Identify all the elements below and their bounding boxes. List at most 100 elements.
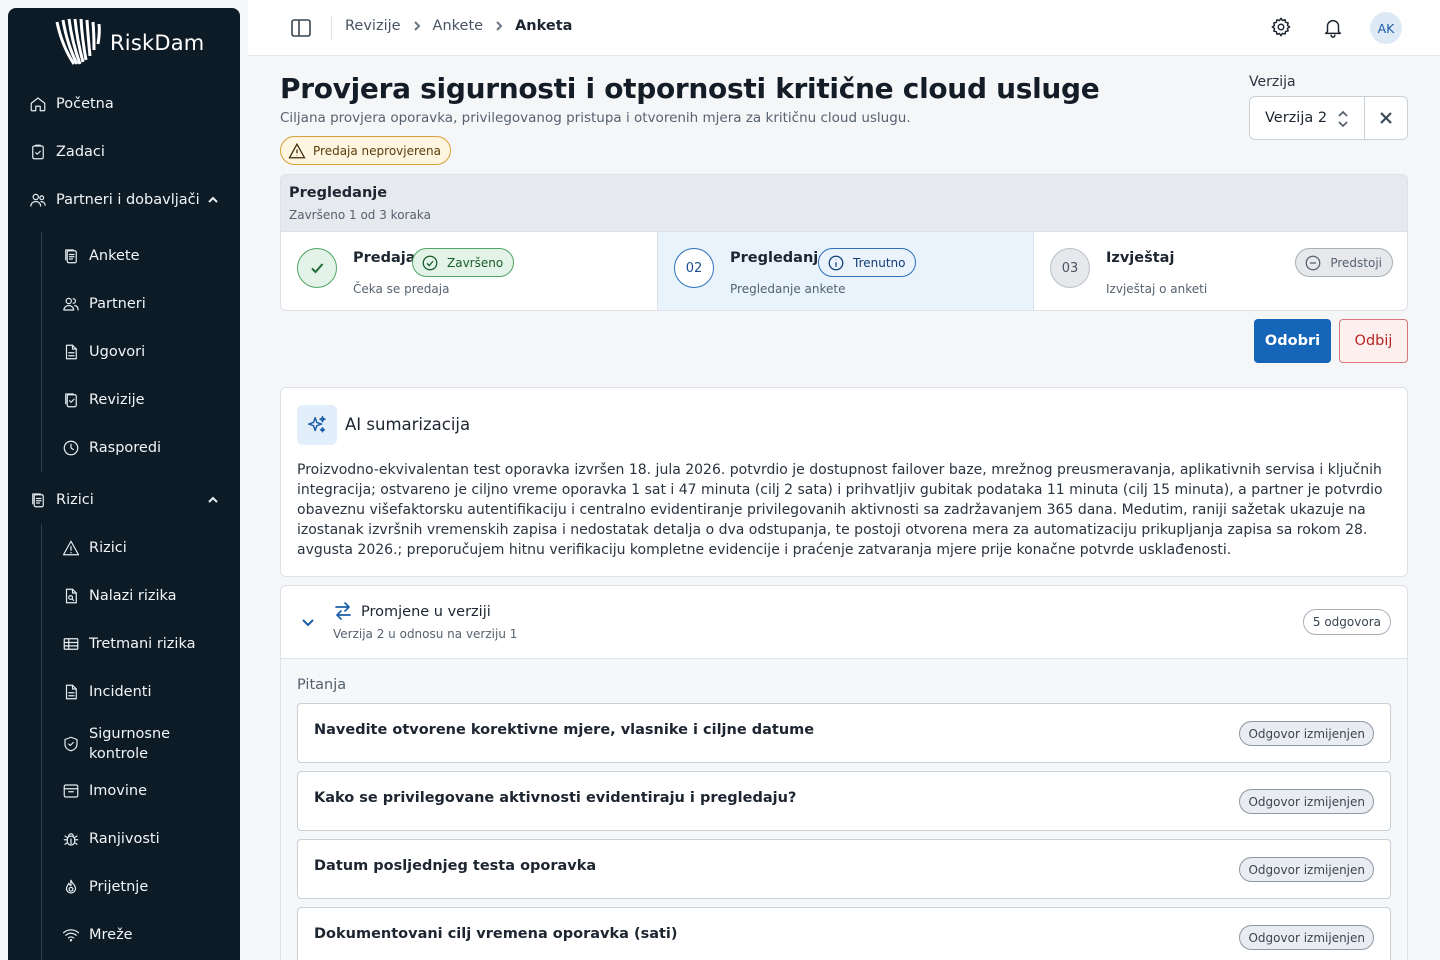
change-badge: Odgovor izmijenjen	[1239, 721, 1374, 746]
sidebar: RiskDam Početna Zadaci Partneri i dobavl…	[8, 8, 240, 960]
question-text: Dokumentovani cilj vremena oporavka (sat…	[314, 926, 678, 942]
change-badge: Odgovor izmijenjen	[1239, 925, 1374, 950]
ai-summary-card: AI sumarizacija Proizvodno-ekvivalentan …	[280, 387, 1408, 577]
breadcrumb-item-ankete[interactable]: Ankete	[433, 18, 484, 34]
sidebar-item-ugovori[interactable]: Ugovori	[8, 332, 240, 372]
step-status-label: Predstoji	[1330, 255, 1382, 270]
bell-icon[interactable]	[1322, 16, 1346, 40]
question-text: Navedite otvorene korektivne mjere, vlas…	[314, 722, 815, 738]
step-status-badge: Predstoji	[1295, 248, 1393, 277]
clipboard-list-icon	[28, 490, 48, 510]
sidebar-item-pocetna[interactable]: Početna	[8, 84, 240, 124]
version-label: Verzija	[1249, 74, 1296, 90]
sidebar-item-revizije[interactable]: Revizije	[8, 380, 240, 420]
brand-name: RiskDam	[110, 31, 205, 55]
sidebar-item-nalazi-rizika[interactable]: Nalazi rizika	[8, 576, 240, 616]
step-desc: Pregledanje ankete	[730, 282, 846, 296]
sidebar-item-label: Rizici	[56, 492, 94, 508]
reject-button[interactable]: Odbij	[1339, 319, 1408, 363]
questions-label: Pitanja	[297, 677, 347, 693]
chevron-right-icon	[411, 20, 423, 32]
sidebar-item-tretmani-rizika[interactable]: Tretmani rizika	[8, 624, 240, 664]
wifi-icon	[61, 925, 81, 945]
avatar[interactable]: AK	[1370, 12, 1402, 44]
sidebar-item-zadaci[interactable]: Zadaci	[8, 132, 240, 172]
brand-logo[interactable]: RiskDam	[52, 16, 204, 70]
sidebar-item-imovine[interactable]: Imovine	[8, 771, 240, 811]
sidebar-item-prijetnje[interactable]: Prijetnje	[8, 867, 240, 907]
sidebar-item-label: Zadaci	[56, 144, 105, 160]
sidebar-item-rizici[interactable]: Rizici	[8, 528, 240, 568]
archive-icon	[61, 781, 81, 801]
minus-circle-icon	[1305, 255, 1321, 270]
chevron-up-icon[interactable]	[206, 493, 220, 507]
version-changes-body: Pitanja Navedite otvorene korektivne mje…	[281, 659, 1407, 960]
clock-icon	[61, 438, 81, 458]
sidebar-item-ranjivosti[interactable]: Ranjivosti	[8, 819, 240, 859]
step-desc: Izvještaj o anketi	[1106, 282, 1208, 296]
step-predaja: Predaja Završeno Čeka se predaja	[281, 232, 657, 310]
topbar: Revizije Ankete Anketa AK	[248, 0, 1440, 56]
user-group-icon	[61, 294, 81, 314]
home-icon	[28, 94, 48, 114]
step-status-label: Završeno	[447, 255, 504, 270]
users-icon	[28, 190, 48, 210]
breadcrumb-item-revizije[interactable]: Revizije	[345, 18, 401, 34]
sidebar-item-label: Incidenti	[89, 684, 152, 700]
status-badge-label: Predaja neprovjerena	[313, 143, 441, 158]
page-subtitle: Ciljana provjera oporavka, privilegovano…	[280, 110, 911, 126]
sidebar-item-partneri[interactable]: Partneri	[8, 284, 240, 324]
approve-button[interactable]: Odobri	[1254, 319, 1331, 363]
sidebar-item-label: Partneri	[89, 296, 146, 312]
sidebar-item-partneri-i-dobavljaci[interactable]: Partneri i dobavljači	[8, 180, 240, 220]
shield-check-icon	[61, 734, 81, 754]
sidebar-item-label: Rizici	[89, 540, 127, 556]
sidebar-item-label: Partneri i dobavljači	[56, 192, 200, 208]
page-title: Provjera sigurnosti i otpornosti kritičn…	[280, 72, 1100, 105]
sidebar-item-sigurnosne-kontrole[interactable]: Sigurnosne kontrole	[8, 720, 240, 768]
document-icon	[61, 682, 81, 702]
sidebar-item-label: Tretmani rizika	[89, 636, 196, 652]
step-number: 03	[1050, 248, 1090, 288]
version-changes-title: Promjene u verziji	[361, 604, 491, 620]
check-icon	[311, 263, 324, 274]
status-badge: Predaja neprovjerena	[280, 136, 451, 165]
sidebar-item-mreze[interactable]: Mreže	[8, 915, 240, 955]
sidebar-item-label: Revizije	[89, 392, 145, 408]
clipboard-check-icon	[28, 142, 48, 162]
step-status-badge: Završeno	[412, 248, 515, 277]
close-icon	[1380, 112, 1392, 124]
sparkles-icon	[297, 405, 337, 445]
version-select[interactable]: Verzija 2	[1249, 96, 1365, 140]
change-badge: Odgovor izmijenjen	[1239, 857, 1374, 882]
step-pregledanje: 02 Pregledanje Trenutno Pregledanje anke…	[657, 232, 1033, 310]
flame-icon	[61, 877, 81, 897]
sidebar-item-rizici-group[interactable]: Rizici	[8, 480, 240, 520]
list-item[interactable]: Navedite otvorene korektivne mjere, vlas…	[297, 703, 1391, 763]
version-clear-button[interactable]	[1364, 96, 1408, 140]
version-changes-header[interactable]: Promjene u verziji Verzija 2 u odnosu na…	[281, 586, 1407, 659]
list-item[interactable]: Kako se privilegovane aktivnosti evident…	[297, 771, 1391, 831]
sidebar-item-rasporedi[interactable]: Rasporedi	[8, 428, 240, 468]
sidebar-item-label: Imovine	[89, 783, 147, 799]
list-item[interactable]: Datum posljednjeg testa oporavka Odgovor…	[297, 839, 1391, 899]
ai-summary-text: Proizvodno-ekvivalentan test oporavka iz…	[297, 462, 1383, 558]
chevron-updown-icon	[1336, 110, 1350, 128]
sidebar-toggle-icon[interactable]	[290, 17, 312, 39]
clipboard-check-icon	[61, 390, 81, 410]
step-status-label: Trenutno	[853, 255, 906, 270]
table-icon	[61, 634, 81, 654]
sidebar-item-label: Nalazi rizika	[89, 588, 177, 604]
gear-icon[interactable]	[1270, 16, 1294, 40]
sidebar-item-label: Prijetnje	[89, 879, 149, 895]
warning-icon	[61, 538, 81, 558]
version-changes-subtitle: Verzija 2 u odnosu na verziju 1	[333, 627, 518, 641]
arrows-swap-icon	[333, 601, 353, 621]
sidebar-item-ankete[interactable]: Ankete	[8, 236, 240, 276]
chevron-up-icon[interactable]	[206, 193, 220, 207]
stepper-header: Pregledanje Završeno 1 od 3 koraka	[281, 175, 1407, 232]
list-item[interactable]: Dokumentovani cilj vremena oporavka (sat…	[297, 907, 1391, 960]
chevron-down-icon[interactable]	[300, 614, 316, 630]
answer-count-badge: 5 odgovora	[1302, 609, 1391, 635]
sidebar-item-incidenti[interactable]: Incidenti	[8, 672, 240, 712]
